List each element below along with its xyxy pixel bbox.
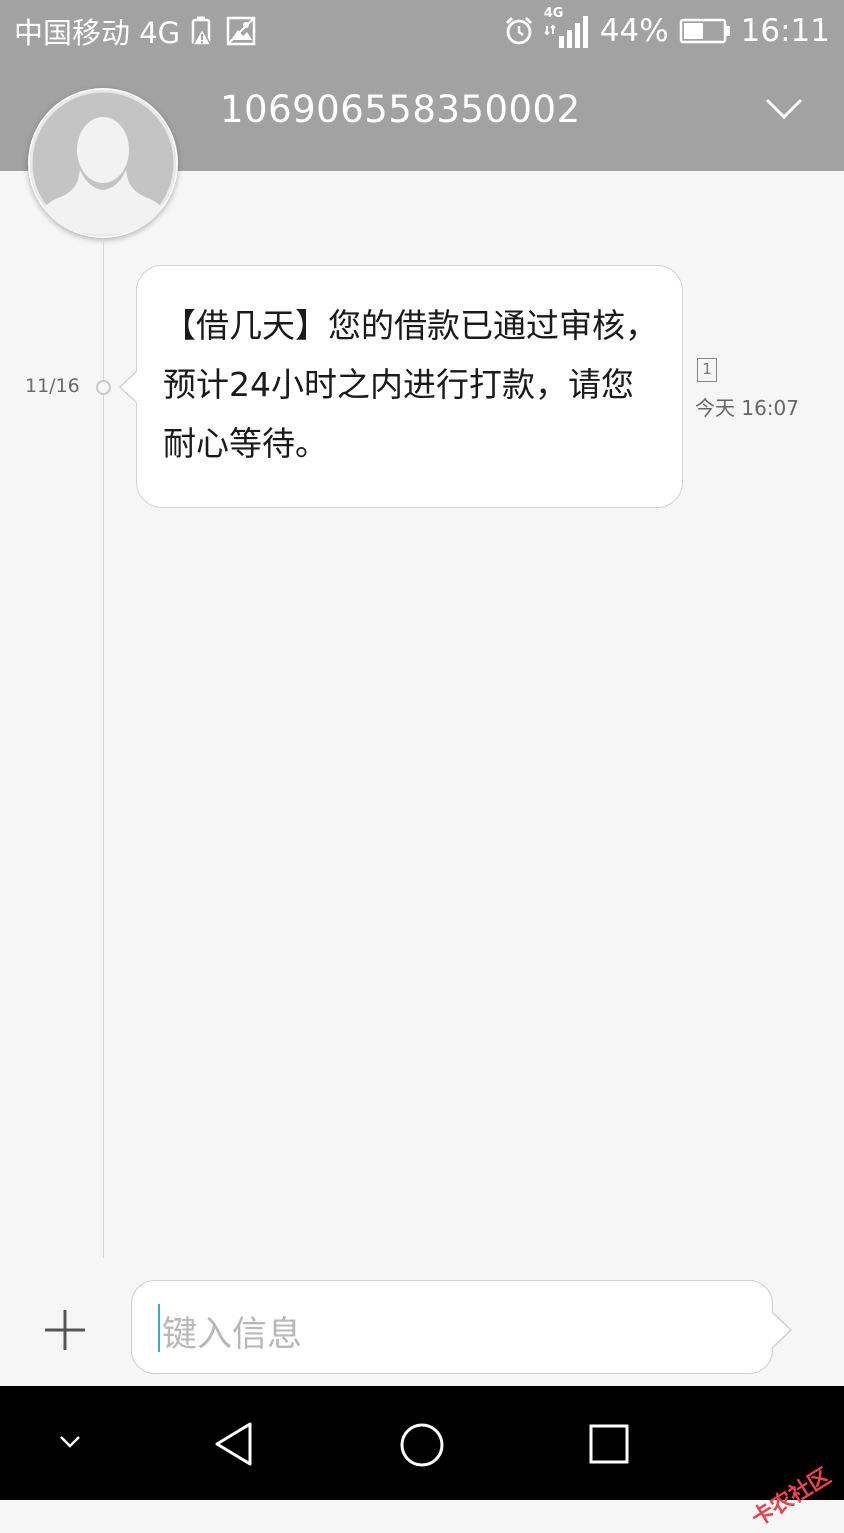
chevron-down-icon[interactable] [58,1434,82,1450]
input-placeholder: 键入信息 [162,1315,303,1355]
battery-warning-icon [190,15,216,47]
home-circle-icon[interactable] [398,1421,446,1469]
message-bubble[interactable]: 【借几天】您的借款已通过审核，预计24小时之内进行打款，请您耐心等待。 [136,265,683,508]
battery-percent: 44% [599,13,669,49]
navigation-bar: 卡农社区 [0,1386,844,1532]
input-tail [771,1311,793,1349]
status-right: 4G 44% 16:11 [504,6,830,50]
contact-number: 106906558350002 [220,88,581,131]
message-text: 【借几天】您的借款已通过审核，预计24小时之内进行打款，请您耐心等待。 [163,306,658,463]
image-notification-icon [226,16,256,46]
recents-square-icon[interactable] [588,1423,630,1465]
watermark-logo: 卡农社区 [747,1463,836,1532]
status-left: 中国移动 4G [14,12,256,50]
status-bar: 中国移动 4G 4G 44% 16:11 [0,0,844,62]
clock: 16:11 [740,13,830,49]
message-time: 今天 16:07 [695,396,799,420]
bubble-tail [118,370,138,404]
sim-slot-number: 1 [702,360,712,378]
alarm-icon [504,16,534,46]
signal-icon: 4G [544,6,590,50]
person-silhouette-icon [29,89,177,237]
timeline-dot [96,380,111,395]
plus-icon[interactable] [40,1305,90,1355]
contact-avatar[interactable] [28,88,178,238]
battery-icon [679,18,731,44]
chevron-down-icon[interactable] [764,94,804,126]
message-date: 11/16 [25,375,80,397]
back-triangle-icon[interactable] [212,1421,256,1467]
carrier-label: 中国移动 4G [14,16,181,50]
sim-card-icon: 1 [697,358,717,382]
text-caret [158,1304,160,1352]
